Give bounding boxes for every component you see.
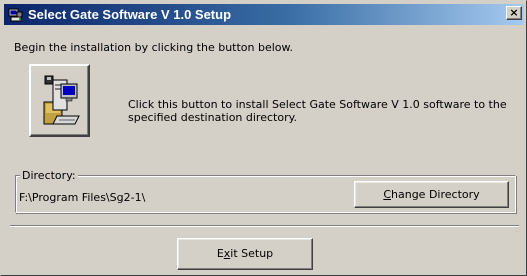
setup-window: Select Gate Software V 1.0 Setup × Begin…	[0, 0, 527, 276]
install-button[interactable]	[29, 64, 90, 137]
title-bar[interactable]: Select Gate Software V 1.0 Setup ×	[4, 4, 524, 25]
directory-path: F:\Program Files\Sg2-1\	[19, 191, 146, 204]
change-directory-button[interactable]: Change Directory	[354, 181, 509, 208]
install-description: Click this button to install Select Gate…	[128, 98, 507, 124]
intro-text: Begin the installation by clicking the b…	[14, 41, 294, 54]
exit-label-start: E	[216, 247, 224, 260]
computer-install-icon	[43, 75, 80, 125]
directory-label: Directory:	[20, 169, 78, 182]
close-button[interactable]: ×	[506, 6, 522, 20]
change-directory-label: hange Directory	[391, 188, 480, 201]
window-title: Select Gate Software V 1.0 Setup	[28, 7, 232, 22]
change-directory-mnemonic: C	[383, 188, 392, 201]
separator	[10, 225, 519, 227]
exit-setup-button[interactable]: Exit Setup	[177, 238, 313, 270]
setup-app-icon	[8, 7, 24, 23]
exit-label-end: it Setup	[230, 247, 274, 260]
